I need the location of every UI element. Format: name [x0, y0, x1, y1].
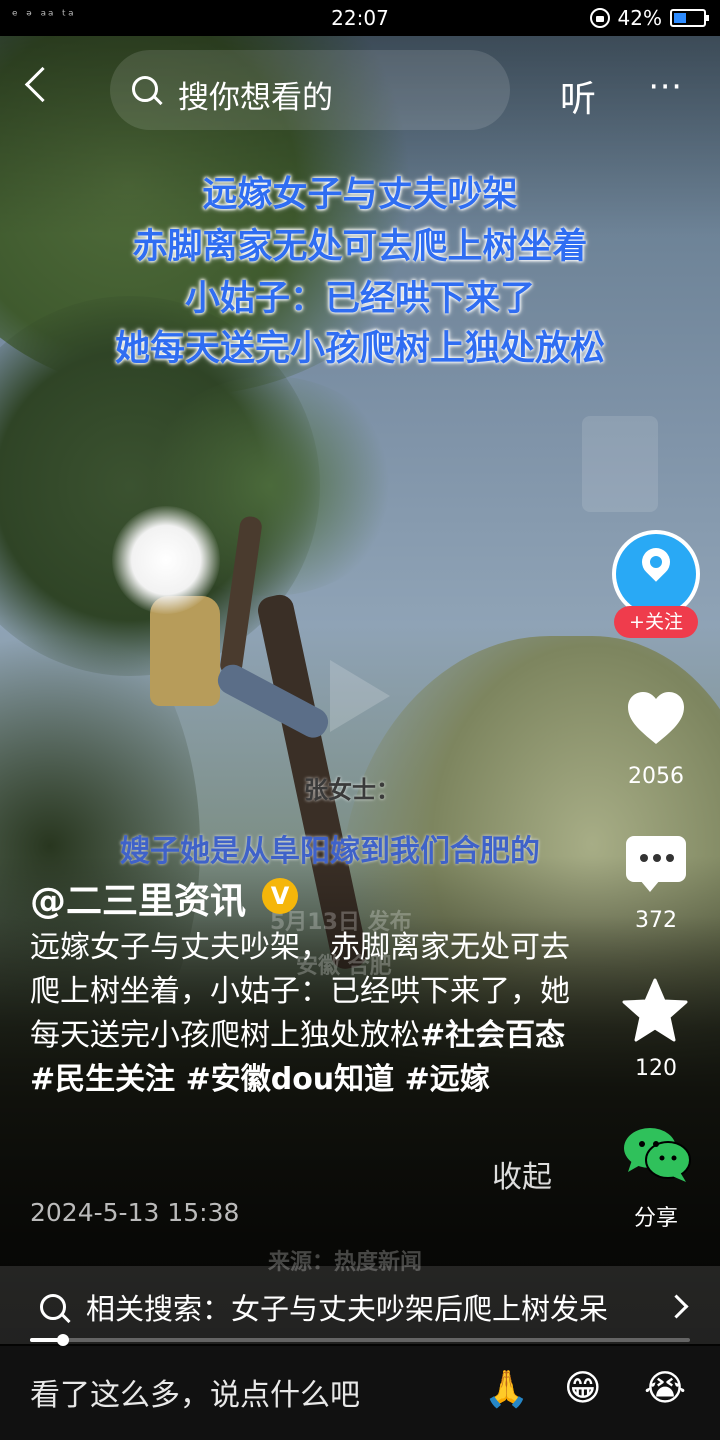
battery-fill [674, 13, 686, 23]
wechat-share-icon[interactable] [622, 1124, 692, 1184]
author-name[interactable]: @二三里资讯 [30, 872, 246, 924]
hashtag[interactable]: #民生关注 [30, 1062, 175, 1097]
rotation-lock-icon [589, 8, 610, 28]
video-headline-line: 远嫁女子与丈夫吵架 [202, 175, 518, 215]
pray-emoji-icon[interactable]: 🙏 [484, 1368, 529, 1410]
video-headline-line: 她每天送完小孩爬树上独处放松 [114, 329, 605, 369]
like-count: 2056 [628, 764, 684, 789]
blurred-face [112, 506, 220, 614]
battery-icon [670, 9, 709, 27]
more-icon[interactable]: ⋯ [648, 69, 686, 103]
follow-button[interactable]: +关注 [614, 606, 698, 638]
verified-icon: V [262, 878, 298, 914]
search-input[interactable]: 搜你想看的 [178, 72, 333, 117]
comment-input[interactable]: 看了这么多，说点什么吧 [30, 1370, 360, 1414]
status-bar: ᵉ ᵊ ᵃᵃ ᵗᵃ 22:07 42% [0, 0, 720, 36]
hashtag[interactable]: #安徽dou知道 [175, 1062, 395, 1097]
search-icon [132, 76, 158, 102]
post-timestamp: 2024-5-13 15:38 [30, 1198, 240, 1227]
related-search-text[interactable]: 相关搜索：女子与丈夫吵架后爬上树发呆 [86, 1286, 608, 1328]
favorite-count: 120 [635, 1056, 677, 1081]
post-description: 远嫁女子与丈夫吵架，赤脚离家无处可去爬上树坐着，小姑子：已经哄下来了，她每天送完… [30, 926, 570, 1102]
video-progress-bar[interactable] [30, 1334, 690, 1346]
collapse-button[interactable]: 收起 [492, 1152, 552, 1196]
battery-percent: 42% [617, 6, 662, 30]
heart-icon[interactable] [626, 690, 686, 746]
comment-bar: 看了这么多，说点什么吧 🙏 😁 😭 [0, 1346, 720, 1440]
status-right: 42% [589, 6, 709, 30]
hashtag[interactable]: #远嫁 [394, 1062, 490, 1097]
avatar-circle [616, 534, 696, 614]
share-label[interactable]: 分享 [606, 1200, 706, 1232]
cry-emoji-icon[interactable]: 😭 [644, 1368, 686, 1409]
search-icon [40, 1294, 66, 1320]
location-pin-icon [636, 542, 676, 582]
video-subtitle: 嫂子她是从阜阳嫁到我们合肥的 [120, 834, 540, 869]
play-icon [330, 660, 390, 732]
grin-emoji-icon[interactable]: 😁 [564, 1368, 602, 1409]
video-headline-line: 小姑子：已经哄下来了 [184, 279, 535, 319]
progress-knob[interactable] [57, 1334, 69, 1346]
hashtag[interactable]: #社会百态 [420, 1018, 565, 1053]
comment-icon[interactable] [626, 836, 686, 892]
related-search-bar[interactable]: 相关搜索：女子与丈夫吵架后爬上树发呆 [0, 1266, 720, 1344]
location-watermark-icon [582, 416, 658, 512]
video-speaker-label: 张女士： [304, 776, 400, 804]
author-avatar[interactable] [612, 530, 700, 618]
comment-count: 372 [635, 908, 677, 933]
video-headline-line: 赤脚离家无处可去爬上树坐着 [132, 227, 588, 267]
star-icon[interactable] [622, 978, 688, 1042]
listen-button[interactable]: 听 [560, 70, 596, 122]
chevron-right-icon [664, 1294, 689, 1319]
